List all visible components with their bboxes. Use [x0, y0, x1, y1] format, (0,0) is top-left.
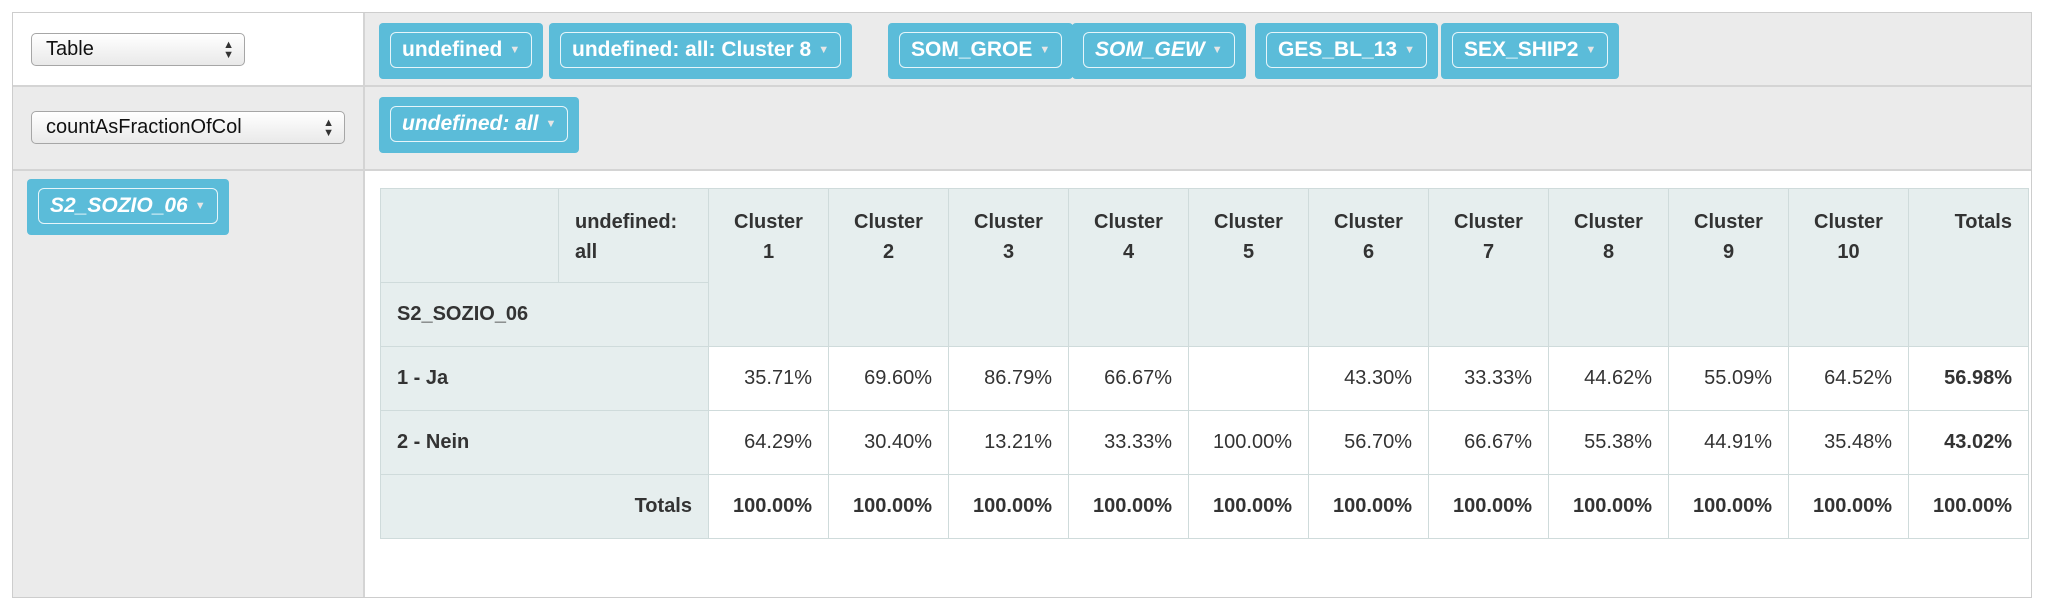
table-cell: 35.48% [1788, 410, 1909, 475]
vals-attr-pill[interactable]: undefined: all ▼ [379, 97, 580, 153]
col-header-cluster-7: Cluster 7 [1428, 188, 1549, 347]
col-total-cell: 100.00% [708, 474, 829, 539]
table-cell: 44.62% [1548, 346, 1669, 411]
col-header-cluster-8: Cluster 8 [1548, 188, 1669, 347]
vals-attr-label: undefined: all [402, 112, 539, 135]
renderer-select-value: Table [46, 38, 94, 60]
aggregator-cell: countAsFractionOfCol ▲ ▼ [13, 87, 365, 171]
col-header-cluster-9: Cluster 9 [1668, 188, 1789, 347]
row-total-cell: 43.02% [1908, 410, 2029, 475]
totals-row: Totals 100.00% 100.00% 100.00% 100.00% 1… [380, 474, 2029, 539]
table-cell: 44.91% [1668, 410, 1789, 475]
column-attributes-area: undefined ▼ undefined: all: Cluster 8 ▼ SO… [365, 13, 2031, 87]
pivot-table: undefined: all Cluster 1 Cluster 2 Cluster… [380, 188, 2029, 539]
dropdown-triangle-icon[interactable]: ▼ [1585, 33, 1596, 67]
col-total-cell: 100.00% [1548, 474, 1669, 539]
col-attr-label: SEX_SHIP2 [1464, 38, 1579, 61]
col-header-totals: Totals [1908, 188, 2029, 347]
row-label: 1 - Ja [380, 346, 709, 411]
renderer-select[interactable]: Table ▲ ▼ [31, 33, 245, 66]
col-attr-pill-som-groe[interactable]: SOM_GROE ▼ [888, 23, 1074, 79]
grand-total-cell: 100.00% [1908, 474, 2029, 539]
col-attr-label: SOM_GEW [1095, 38, 1205, 61]
col-header-cluster-10: Cluster 10 [1788, 188, 1909, 347]
col-total-cell: 100.00% [948, 474, 1069, 539]
row-attr-pill-s2-sozio-06[interactable]: S2_SOZIO_06 ▼ [27, 179, 229, 235]
col-attr-pill-som-gew[interactable]: SOM_GEW ▼ [1072, 23, 1246, 79]
select-arrows-icon: ▲ ▼ [323, 117, 334, 139]
col-header-cluster-6: Cluster 6 [1308, 188, 1429, 347]
col-total-cell: 100.00% [1068, 474, 1189, 539]
col-total-cell: 100.00% [1668, 474, 1789, 539]
col-header-cluster-4: Cluster 4 [1068, 188, 1189, 347]
col-header-cluster-3: Cluster 3 [948, 188, 1069, 347]
table-cell: 66.67% [1428, 410, 1549, 475]
pivot-corner [380, 188, 559, 283]
row-attr-label: S2_SOZIO_06 [50, 194, 188, 217]
dropdown-triangle-icon[interactable]: ▼ [1212, 33, 1223, 67]
table-cell: 35.71% [708, 346, 829, 411]
row-total-cell: 56.98% [1908, 346, 2029, 411]
table-cell: 33.33% [1428, 346, 1549, 411]
col-total-cell: 100.00% [1308, 474, 1429, 539]
table-cell: 64.29% [708, 410, 829, 475]
dropdown-triangle-icon[interactable]: ▼ [1039, 33, 1050, 67]
row-label: 2 - Nein [380, 410, 709, 475]
col-total-cell: 100.00% [1428, 474, 1549, 539]
col-header-cluster-5: Cluster 5 [1188, 188, 1309, 347]
table-cell: 66.67% [1068, 346, 1189, 411]
col-attr-label: undefined: all: Cluster 8 [572, 38, 812, 61]
aggregator-select-value: countAsFractionOfCol [46, 116, 242, 138]
aggregator-select[interactable]: countAsFractionOfCol ▲ ▼ [31, 111, 345, 144]
table-cell [1188, 346, 1309, 411]
col-attr-label: GES_BL_13 [1278, 38, 1398, 61]
select-arrows-icon: ▲ ▼ [223, 39, 234, 61]
col-header-cluster-2: Cluster 2 [828, 188, 949, 347]
table-cell: 64.52% [1788, 346, 1909, 411]
col-attr-pill-undefined[interactable]: undefined ▼ [379, 23, 544, 79]
row-attributes-area: S2_SOZIO_06 ▼ [13, 171, 365, 597]
table-cell: 55.38% [1548, 410, 1669, 475]
dropdown-triangle-icon[interactable]: ▼ [546, 107, 557, 141]
table-cell: 33.33% [1068, 410, 1189, 475]
table-cell: 55.09% [1668, 346, 1789, 411]
table-cell: 43.30% [1308, 346, 1429, 411]
col-header-cluster-1: Cluster 1 [708, 188, 829, 347]
table-row: 2 - Nein 64.29% 30.40% 13.21% 33.33% 100… [380, 410, 2029, 475]
values-area: undefined: all ▼ [365, 87, 2031, 171]
col-total-cell: 100.00% [1788, 474, 1909, 539]
col-attr-header: undefined: all [558, 188, 709, 283]
col-attr-label: undefined [402, 38, 503, 61]
dropdown-triangle-icon[interactable]: ▼ [509, 33, 520, 67]
totals-row-label: Totals [380, 474, 709, 539]
renderer-cell: Table ▲ ▼ [13, 13, 365, 87]
table-row: 1 - Ja 35.71% 69.60% 86.79% 66.67% 43.30… [380, 346, 2029, 411]
col-attr-pill-cluster-filter[interactable]: undefined: all: Cluster 8 ▼ [549, 23, 853, 79]
col-total-cell: 100.00% [828, 474, 949, 539]
col-attr-pill-sex-ship2[interactable]: SEX_SHIP2 ▼ [1441, 23, 1620, 79]
table-cell: 69.60% [828, 346, 949, 411]
dropdown-triangle-icon[interactable]: ▼ [818, 33, 829, 67]
table-cell: 30.40% [828, 410, 949, 475]
row-attr-header: S2_SOZIO_06 [380, 282, 709, 347]
table-cell: 100.00% [1188, 410, 1309, 475]
table-cell: 86.79% [948, 346, 1069, 411]
col-attr-label: SOM_GROE [911, 38, 1033, 61]
col-total-cell: 100.00% [1188, 474, 1309, 539]
dropdown-triangle-icon[interactable]: ▼ [1404, 33, 1415, 67]
col-attr-pill-ges-bl-13[interactable]: GES_BL_13 ▼ [1255, 23, 1438, 79]
table-cell: 13.21% [948, 410, 1069, 475]
table-cell: 56.70% [1308, 410, 1429, 475]
dropdown-triangle-icon[interactable]: ▼ [195, 189, 206, 223]
